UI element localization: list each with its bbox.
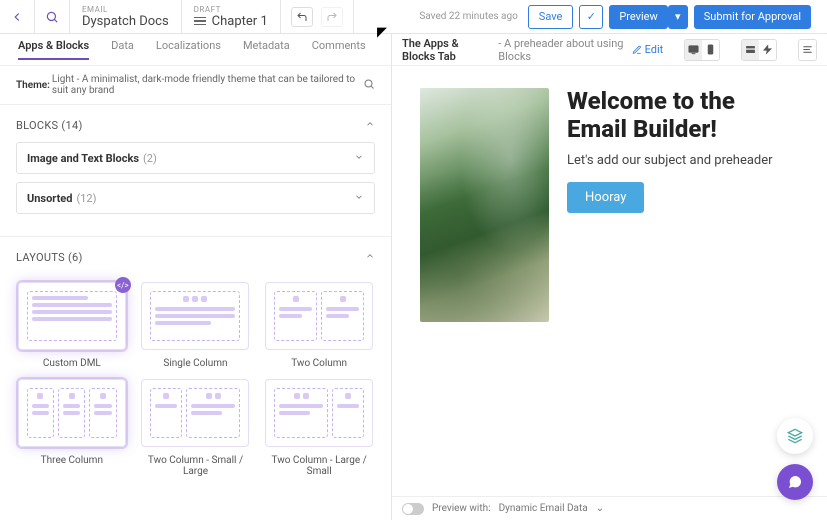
- blocks-title: BLOCKS (14): [16, 119, 83, 132]
- chevron-down-icon: ⌄: [596, 503, 604, 514]
- email-body[interactable]: Let's add our subject and preheader: [567, 153, 799, 168]
- block-group-unsorted[interactable]: Unsorted (12): [16, 182, 375, 214]
- layout-two-col-ls[interactable]: Two Column - Large / Small: [263, 379, 375, 477]
- layout-view-button[interactable]: [742, 40, 759, 60]
- align-toggle: [798, 39, 817, 61]
- email-heading[interactable]: Welcome to the Email Builder!: [567, 88, 799, 143]
- layout-grid: </> Custom DML Single Column Two Column …: [0, 274, 391, 493]
- layers-button[interactable]: [777, 418, 813, 454]
- layout-three-column[interactable]: Three Column: [16, 379, 128, 477]
- device-toggle: [684, 39, 720, 61]
- save-button[interactable]: Save: [528, 5, 574, 29]
- layout-single-column[interactable]: Single Column: [140, 282, 252, 369]
- layout-two-column[interactable]: Two Column: [263, 282, 375, 369]
- tab-data[interactable]: Data: [111, 39, 134, 60]
- theme-label: Theme:: [16, 80, 50, 91]
- email-meta[interactable]: EMAIL Dyspatch Docs: [70, 0, 182, 33]
- desktop-view-button[interactable]: [685, 40, 702, 60]
- edit-button[interactable]: Edit: [632, 43, 664, 56]
- cta-button[interactable]: Hooray: [567, 182, 644, 213]
- preview-title: The Apps & Blocks Tab: [402, 37, 490, 63]
- draft-meta[interactable]: DRAFT Chapter 1: [182, 0, 281, 33]
- submit-button[interactable]: Submit for Approval: [694, 5, 811, 29]
- email-label: EMAIL: [82, 5, 108, 14]
- align-button[interactable]: [799, 40, 816, 60]
- chevron-up-icon: [365, 251, 375, 264]
- theme-value: Light - A minimalist, dark-mode friendly…: [52, 74, 363, 96]
- layout-two-col-sl[interactable]: Two Column - Small / Large: [140, 379, 252, 477]
- list-icon: [194, 15, 206, 28]
- tab-metadata[interactable]: Metadata: [243, 39, 290, 60]
- preview-subtitle: - A preheader about using Blocks: [498, 37, 623, 63]
- view-mode-toggle: [741, 39, 777, 61]
- redo-button[interactable]: [321, 7, 343, 27]
- chevron-down-icon: [354, 192, 364, 205]
- amp-view-button[interactable]: [759, 40, 776, 60]
- theme-row[interactable]: Theme: Light - A minimalist, dark-mode f…: [0, 66, 391, 105]
- chevron-down-icon: [354, 152, 364, 165]
- confirm-button[interactable]: ✓: [579, 5, 603, 29]
- tab-localizations[interactable]: Localizations: [156, 39, 221, 60]
- saved-status: Saved 22 minutes ago: [419, 11, 517, 22]
- preview-toggle[interactable]: [402, 503, 424, 515]
- blocks-header[interactable]: BLOCKS (14): [0, 105, 391, 142]
- hero-image[interactable]: [420, 88, 549, 322]
- tab-apps-blocks[interactable]: Apps & Blocks: [18, 39, 89, 60]
- chevron-up-icon: [365, 119, 375, 132]
- layout-custom-dml[interactable]: </> Custom DML: [16, 282, 128, 369]
- email-canvas[interactable]: Welcome to the Email Builder! Let's add …: [392, 66, 827, 520]
- preview-with-value[interactable]: Dynamic Email Data: [499, 503, 588, 514]
- search-button[interactable]: [35, 0, 70, 33]
- email-value: Dyspatch Docs: [82, 14, 169, 29]
- preview-dropdown[interactable]: ▾: [668, 5, 688, 29]
- layouts-title: LAYOUTS (6): [16, 251, 83, 264]
- draft-label: DRAFT: [194, 5, 221, 14]
- back-button[interactable]: [0, 0, 35, 33]
- undo-button[interactable]: [291, 7, 313, 27]
- left-tabs: Apps & Blocks Data Localizations Metadat…: [0, 34, 391, 66]
- block-group-image-text[interactable]: Image and Text Blocks (2): [16, 142, 375, 174]
- search-icon[interactable]: [363, 78, 375, 93]
- code-badge-icon: </>: [115, 277, 131, 293]
- preview-button[interactable]: Preview: [609, 5, 667, 29]
- draft-value: Chapter 1: [212, 14, 268, 29]
- tab-comments[interactable]: Comments: [312, 39, 366, 60]
- help-chat-button[interactable]: [777, 464, 813, 500]
- preview-with-label: Preview with:: [432, 503, 491, 514]
- mobile-view-button[interactable]: [702, 40, 719, 60]
- layouts-header[interactable]: LAYOUTS (6): [0, 237, 391, 274]
